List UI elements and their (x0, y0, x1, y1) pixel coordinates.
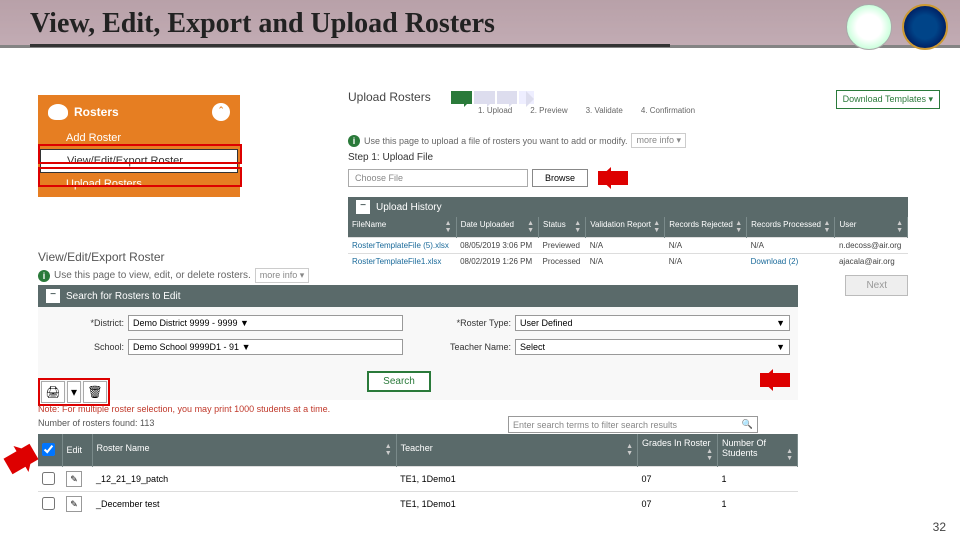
more-info-link[interactable]: more info ▾ (255, 268, 310, 283)
logo-assessment (846, 4, 892, 50)
roster-icon (48, 104, 68, 120)
info-icon: i (38, 270, 50, 282)
row-checkbox[interactable] (42, 497, 55, 510)
browse-button[interactable]: Browse (532, 169, 588, 187)
choose-file-input[interactable]: Choose File (348, 169, 528, 187)
edit-icon[interactable]: ✎ (66, 496, 82, 512)
upload-info-text: Use this page to upload a file of roster… (364, 136, 627, 146)
page-title: View, Edit, Export and Upload Rosters (30, 8, 495, 40)
table-row: ✎ _12_21_19_patch TE1, 1Demo1 07 1 (38, 467, 798, 492)
col-date[interactable]: Date Uploaded▲▼ (456, 217, 538, 238)
step-preview (474, 91, 495, 104)
col-report[interactable]: Validation Report▲▼ (586, 217, 665, 238)
view-info-text: Use this page to view, edit, or delete r… (54, 270, 251, 281)
page-number: 32 (933, 520, 946, 534)
highlight-box-2 (38, 167, 242, 187)
edit-icon[interactable]: ✎ (66, 471, 82, 487)
chevron-up-icon[interactable]: ˆ (212, 103, 230, 121)
step-label-4: 4. Confirmation (641, 106, 695, 115)
collapse-icon[interactable]: − (356, 200, 370, 214)
menu-header-label: Rosters (74, 105, 119, 119)
col-teacher[interactable]: Teacher▲▼ (396, 434, 637, 467)
info-icon: i (348, 135, 360, 147)
teacher-select[interactable]: Select▼ (515, 339, 790, 355)
view-edit-heading: View/Edit/Export Roster (38, 250, 309, 264)
logo-seal (902, 4, 948, 50)
district-label: *District: (46, 318, 124, 328)
search-icon: 🔍 (742, 419, 753, 430)
step-1-label: Step 1: Upload File (348, 152, 908, 163)
col-status[interactable]: Status▲▼ (539, 217, 586, 238)
step-confirm (519, 91, 533, 104)
district-select[interactable]: Demo District 9999 - 9999 ▼ (128, 315, 403, 331)
col-processed[interactable]: Records Processed▲▼ (747, 217, 835, 238)
col-grades[interactable]: Grades In Roster▲▼ (638, 434, 718, 467)
filter-results-input[interactable]: Enter search terms to filter search resu… (508, 416, 758, 433)
col-rejected[interactable]: Records Rejected▲▼ (665, 217, 747, 238)
history-row: RosterTemplateFile1.xlsx 08/02/2019 1:26… (348, 254, 908, 270)
step-label-1: 1. Upload (478, 106, 512, 115)
search-button[interactable]: Search (367, 371, 431, 392)
highlight-box-1 (38, 144, 242, 164)
next-button[interactable]: Next (845, 275, 908, 296)
download-templates-button[interactable]: Download Templates ▾ (836, 90, 940, 109)
step-validate (497, 91, 518, 104)
upload-history-header: Upload History (376, 202, 442, 213)
more-info-link[interactable]: more info ▾ (631, 133, 686, 148)
note-text: Note: For multiple roster selection, you… (38, 404, 330, 414)
results-count: Number of rosters found: 113 (38, 418, 154, 428)
col-user[interactable]: User▲▼ (835, 217, 908, 238)
print-button[interactable]: 🖨 (41, 381, 65, 403)
school-label: School: (46, 342, 124, 352)
toolbar-highlight: 🖨 ▾ 🗑 (38, 378, 110, 406)
step-label-2: 2. Preview (530, 106, 567, 115)
upload-rosters-heading: Upload Rosters (348, 90, 431, 104)
col-roster-name[interactable]: Roster Name▲▼ (92, 434, 396, 467)
delete-button[interactable]: 🗑 (83, 381, 107, 403)
print-dropdown[interactable]: ▾ (67, 381, 81, 403)
school-select[interactable]: Demo School 9999D1 - 91 ▼ (128, 339, 403, 355)
roster-results-table: Edit Roster Name▲▼ Teacher▲▼ Grades In R… (38, 434, 798, 516)
step-label-3: 3. Validate (586, 106, 623, 115)
search-panel-header: Search for Rosters to Edit (66, 291, 181, 302)
step-upload (451, 91, 472, 104)
roster-type-select[interactable]: User Defined▼ (515, 315, 790, 331)
roster-type-label: *Roster Type: (433, 318, 511, 328)
row-checkbox[interactable] (42, 472, 55, 485)
trash-icon: 🗑 (87, 385, 102, 399)
callout-arrow-browse (598, 171, 628, 185)
print-icon: 🖨 (45, 385, 60, 399)
col-num-students[interactable]: Number Of Students▲▼ (718, 434, 798, 467)
col-edit: Edit (62, 434, 92, 467)
callout-arrow-search (760, 373, 790, 387)
wizard-steps (451, 91, 534, 104)
col-filename[interactable]: FileName▲▼ (348, 217, 456, 238)
upload-history-table: FileName▲▼ Date Uploaded▲▼ Status▲▼ Vali… (348, 217, 908, 269)
rosters-menu: Rosters ˆ Add Roster View/Edit/Export Ro… (38, 95, 240, 197)
table-row: ✎ _December test TE1, 1Demo1 07 1 (38, 492, 798, 517)
teacher-label: Teacher Name: (433, 342, 511, 352)
history-row: RosterTemplateFile (5).xlsx 08/05/2019 3… (348, 238, 908, 254)
callout-arrow-edit (4, 444, 39, 475)
collapse-icon[interactable]: − (46, 289, 60, 303)
